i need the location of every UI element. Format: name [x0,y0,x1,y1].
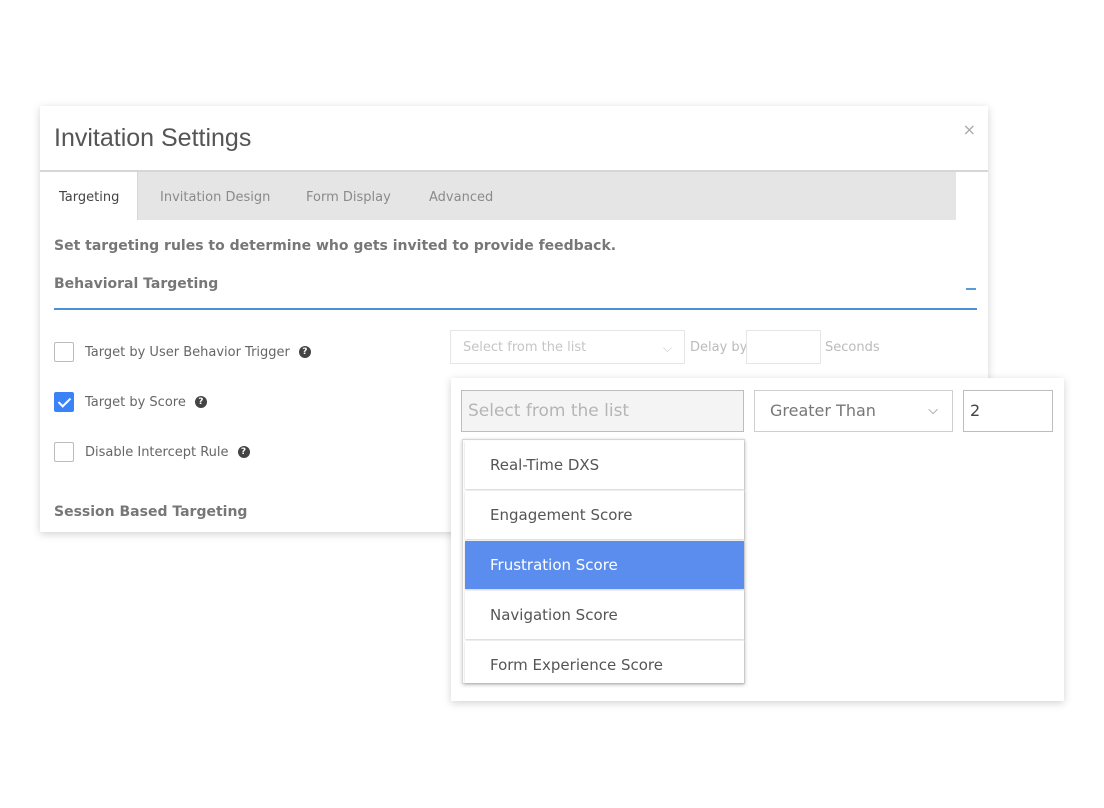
dropdown-option-frustration-score[interactable]: Frustration Score [465,541,744,589]
chevron-down-icon: ⌵ [928,403,938,418]
option-label: Target by User Behavior Trigger [85,344,290,360]
option-label: Target by Score [85,394,186,410]
trigger-select[interactable]: Select from the list ⌵ [450,330,685,364]
comparator-value: Greater Than [770,401,876,420]
delay-label: Delay by [690,340,748,355]
dropdown-option-real-time-dxs[interactable]: Real-Time DXS [465,441,744,489]
session-based-targeting-title: Session Based Targeting [54,504,248,520]
disable-intercept-rule-checkbox[interactable] [54,442,74,462]
dropdown-option-form-experience-score[interactable]: Form Experience Score [465,641,744,683]
seconds-label: Seconds [825,340,880,355]
delay-seconds-input[interactable] [746,330,821,364]
option-target-by-score: Target by Score ? [54,392,207,412]
score-rule-panel: Select from the list Greater Than ⌵ 2 Re… [451,378,1064,701]
option-user-behavior-trigger: Target by User Behavior Trigger ? [54,342,311,362]
question-circle-icon[interactable]: ? [237,446,250,458]
question-circle-icon[interactable]: ? [298,346,311,358]
modal-title: Invitation Settings [54,124,252,152]
tab-form-display[interactable]: Form Display [306,172,391,220]
dropdown-option-engagement-score[interactable]: Engagement Score [465,491,744,539]
tab-invitation-design[interactable]: Invitation Design [160,172,270,220]
tab-targeting[interactable]: Targeting [40,172,138,220]
score-dropdown-menu: Real-Time DXS Engagement Score Frustrati… [462,439,745,684]
chevron-down-icon: ⌵ [662,341,672,355]
tab-bar-end [956,172,988,220]
user-behavior-trigger-checkbox[interactable] [54,342,74,362]
option-disable-intercept-rule: Disable Intercept Rule ? [54,442,250,462]
target-by-score-checkbox[interactable] [54,392,74,412]
behavioral-targeting-title: Behavioral Targeting [54,276,219,292]
threshold-input[interactable]: 2 [963,390,1053,432]
question-circle-icon[interactable]: ? [194,396,207,408]
trigger-select-placeholder: Select from the list [463,340,587,355]
option-label: Disable Intercept Rule [85,444,229,460]
comparator-select[interactable]: Greater Than ⌵ [754,390,953,432]
section-divider [54,308,977,310]
minus-icon[interactable] [966,288,976,290]
close-icon[interactable]: × [963,120,976,139]
tab-advanced[interactable]: Advanced [429,172,493,220]
tab-bar: Targeting Invitation Design Form Display… [40,172,988,220]
dropdown-option-navigation-score[interactable]: Navigation Score [465,591,744,639]
modal-header: Invitation Settings × [40,106,988,172]
targeting-description: Set targeting rules to determine who get… [54,238,617,254]
score-select[interactable]: Select from the list [461,390,744,432]
